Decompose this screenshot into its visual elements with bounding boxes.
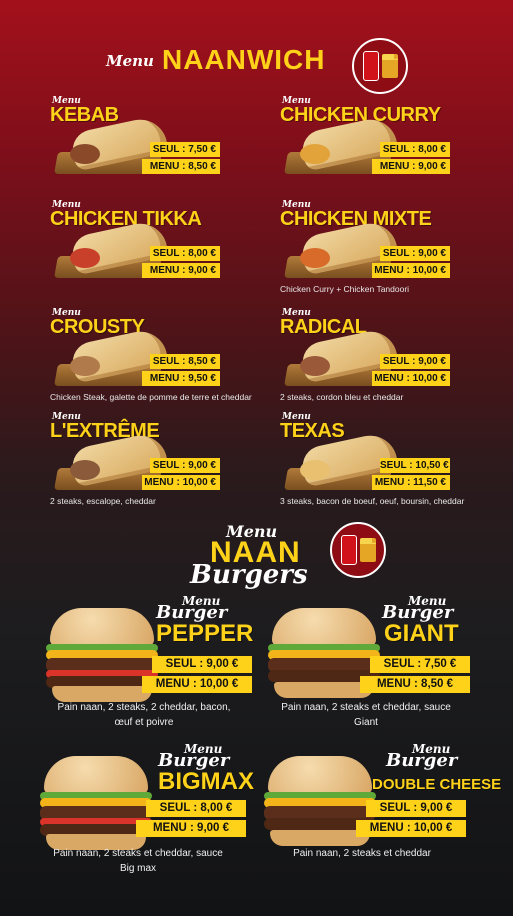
naanwich-item: Menu L'EXTRÊME SEUL : 9,00 € MENU : 10,0… [50, 412, 280, 512]
burger-name: DOUBLE CHEESE [372, 776, 502, 793]
burger-item: Menu Burger DOUBLE CHEESE SEUL : 9,00 € … [262, 742, 502, 898]
bun-bottom [274, 682, 374, 698]
item-prices: SEUL : 8,00 € MENU : 9,00 € [142, 246, 220, 280]
burger-description: Pain naan, 2 steaks, 2 cheddar, bacon, œ… [57, 702, 231, 728]
burger-description: Pain naan, 2 steaks et cheddar [293, 848, 431, 859]
item-prices: SEUL : 7,50 € MENU : 8,50 € [142, 142, 220, 176]
item-prices: SEUL : 9,00 € MENU : 10,00 € [142, 458, 220, 492]
item-description: 3 steaks, bacon de boeuf, oeuf, boursin,… [280, 496, 465, 506]
burgers-subtitle-script: Burgers [190, 560, 308, 590]
price-menu: MENU : 9,00 € [372, 159, 450, 174]
burger-name: PEPPER [156, 620, 254, 647]
cola-can-icon [340, 535, 357, 565]
naanwich-menu-script: Menu [106, 52, 154, 70]
price-menu: MENU : 10,00 € [142, 676, 252, 693]
naanwich-item: Menu CHICKEN MIXTE SEUL : 9,00 € MENU : … [280, 200, 510, 300]
price-seul: SEUL : 9,00 € [380, 354, 450, 369]
price-menu: MENU : 9,00 € [136, 820, 246, 837]
item-description: Chicken Curry + Chicken Tandoori [280, 284, 410, 294]
item-description: 2 steaks, escalope, cheddar [50, 496, 156, 506]
burgers-drink-fries-badge-icon [330, 522, 386, 578]
wrap-filling [300, 460, 330, 480]
price-menu: MENU : 10,00 € [142, 475, 220, 490]
item-description: Chicken Steak, galette de pomme de terre… [50, 392, 252, 402]
bun-bottom [270, 830, 370, 846]
wrap-filling [300, 356, 330, 376]
item-prices: SEUL : 8,50 € MENU : 9,50 € [142, 354, 220, 388]
price-menu: MENU : 10,00 € [356, 820, 466, 837]
price-menu: MENU : 8,50 € [360, 676, 470, 693]
burger-item: Menu Burger PEPPER SEUL : 9,00 € MENU : … [44, 594, 284, 750]
price-menu: MENU : 11,50 € [372, 475, 450, 490]
price-menu: MENU : 8,50 € [142, 159, 220, 174]
cola-can-icon [362, 51, 379, 81]
price-seul: SEUL : 8,00 € [380, 142, 450, 157]
wrap-filling [300, 144, 330, 164]
item-prices: SEUL : 8,00 € MENU : 9,00 € [372, 142, 450, 176]
burger-prices: SEUL : 9,00 € MENU : 10,00 € [356, 800, 466, 840]
burger-description: Pain naan, 2 steaks et cheddar, sauce Gi… [281, 702, 451, 728]
price-seul: SEUL : 8,00 € [146, 800, 246, 817]
price-seul: SEUL : 9,00 € [152, 656, 252, 673]
bun-top [50, 608, 154, 646]
wrap-filling [70, 144, 100, 164]
burger-name: GIANT [384, 620, 459, 647]
naanwich-header: Menu NAANWICH [106, 44, 326, 76]
burger-prices: SEUL : 8,00 € MENU : 9,00 € [136, 800, 246, 840]
naanwich-item: Menu TEXAS SEUL : 10,50 € MENU : 11,50 €… [280, 412, 510, 512]
price-seul: SEUL : 7,50 € [370, 656, 470, 673]
price-menu: MENU : 9,00 € [142, 263, 220, 278]
drink-fries-badge-icon [352, 38, 408, 94]
naanwich-item: Menu CHICKEN TIKKA SEUL : 8,00 € MENU : … [50, 200, 280, 300]
naanwich-item: Menu CROUSTY SEUL : 8,50 € MENU : 9,50 €… [50, 308, 280, 408]
price-menu: MENU : 9,50 € [142, 371, 220, 386]
price-seul: SEUL : 8,50 € [150, 354, 220, 369]
bun-top [268, 756, 372, 794]
bun-top [272, 608, 376, 646]
burger-prices: SEUL : 9,00 € MENU : 10,00 € [142, 656, 252, 696]
burger-item: Menu Burger GIANT SEUL : 7,50 € MENU : 8… [266, 594, 506, 750]
burger-description: Pain naan, 2 steaks et cheddar, sauce Bi… [53, 848, 223, 874]
naanwich-item: Menu CHICKEN CURRY SEUL : 8,00 € MENU : … [280, 96, 510, 196]
price-seul: SEUL : 9,00 € [150, 458, 220, 473]
burgers-header: Menu NAAN Burgers [190, 522, 340, 592]
burger-script: Burger [386, 750, 458, 771]
price-seul: SEUL : 8,00 € [150, 246, 220, 261]
burger-item: Menu Burger BIGMAX SEUL : 8,00 € MENU : … [38, 742, 278, 898]
wrap-filling [70, 248, 100, 268]
wrap-filling [70, 460, 100, 480]
price-seul: SEUL : 7,50 € [150, 142, 220, 157]
burger-name: BIGMAX [158, 768, 254, 795]
price-menu: MENU : 10,00 € [372, 371, 450, 386]
item-prices: SEUL : 9,00 € MENU : 10,00 € [372, 246, 450, 280]
item-description: 2 steaks, cordon bleu et cheddar [280, 392, 404, 402]
fries-icon [381, 54, 398, 78]
naanwich-item: Menu KEBAB SEUL : 7,50 € MENU : 8,50 € [50, 96, 280, 196]
price-seul: SEUL : 9,00 € [380, 246, 450, 261]
burger-prices: SEUL : 7,50 € MENU : 8,50 € [360, 656, 470, 696]
price-menu: MENU : 10,00 € [372, 263, 450, 278]
item-prices: SEUL : 9,00 € MENU : 10,00 € [372, 354, 450, 388]
price-seul: SEUL : 9,00 € [366, 800, 466, 817]
wrap-filling [70, 356, 100, 376]
fries-icon [359, 538, 376, 562]
price-seul: SEUL : 10,50 € [380, 458, 450, 473]
bun-top [44, 756, 148, 794]
naanwich-title: NAANWICH [161, 44, 326, 75]
naanwich-item: Menu RADICAL SEUL : 9,00 € MENU : 10,00 … [280, 308, 510, 408]
wrap-filling [300, 248, 330, 268]
item-prices: SEUL : 10,50 € MENU : 11,50 € [372, 458, 450, 492]
